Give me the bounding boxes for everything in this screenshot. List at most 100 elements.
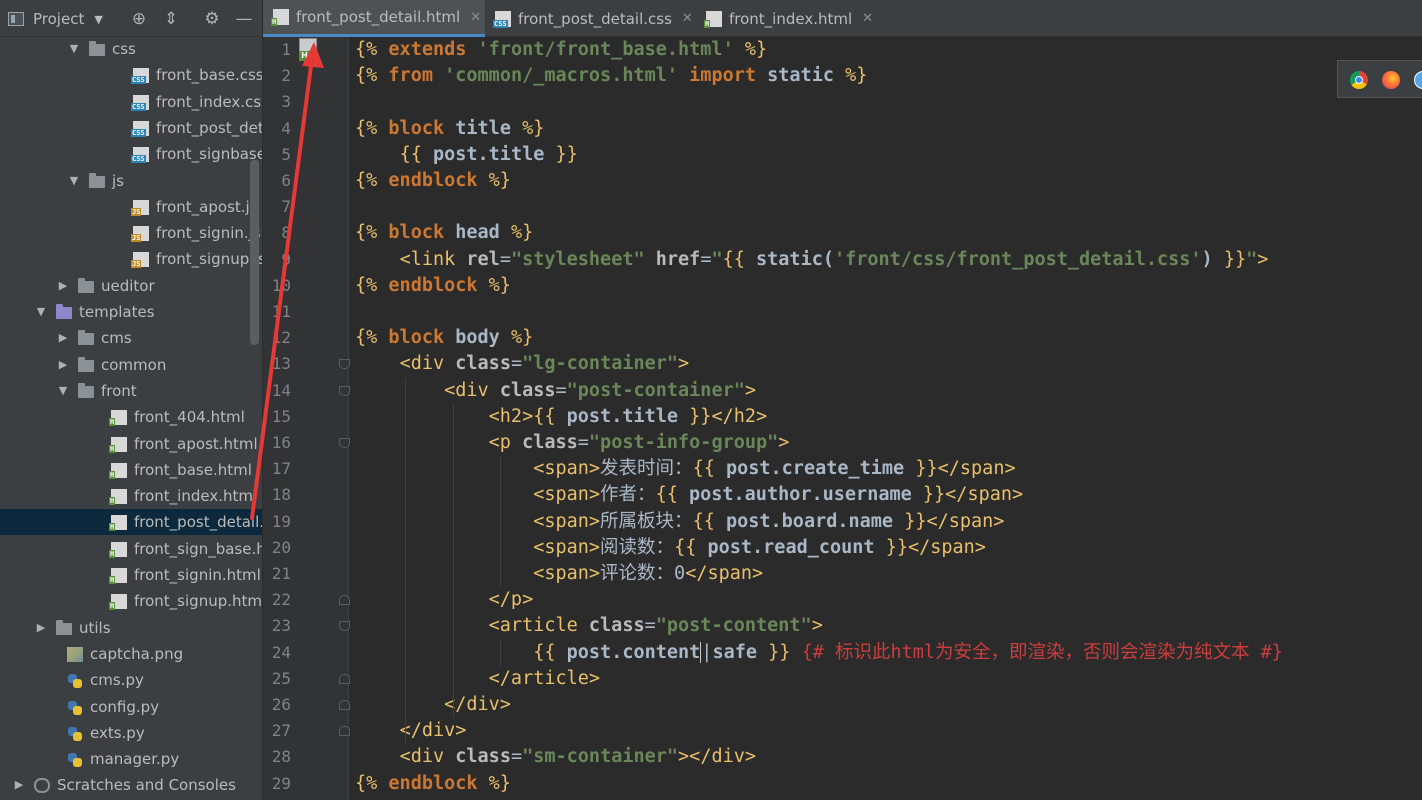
code-line: {{ post.content|safe }} {# 标识此html为安全，即渲… [355, 640, 1283, 666]
editor-tab[interactable]: CSS front_post_detail.css ✕ [485, 0, 696, 37]
tree-scrollbar[interactable] [250, 160, 259, 345]
close-icon[interactable]: ✕ [862, 11, 873, 26]
tree-item[interactable]: CSS front_post_detail [0, 115, 262, 141]
line-number: 17 [271, 459, 291, 479]
fold-marker-icon[interactable] [339, 726, 350, 737]
tree-item[interactable]: ▶ utils [0, 615, 262, 641]
code-token: > [678, 353, 690, 375]
fold-marker-icon[interactable] [339, 385, 350, 396]
line-number: 16 [271, 433, 291, 452]
collapsed-arrow-icon[interactable]: ▶ [56, 325, 70, 351]
code-editor[interactable]: {% extends 'front/front_base.html' %} {% … [350, 37, 1422, 800]
line-number: 10 [271, 275, 291, 295]
html-file-icon: H [109, 594, 127, 611]
code-token: = [577, 432, 589, 453]
tree-item[interactable]: ▼ front [0, 378, 262, 404]
line-number: 8 [281, 223, 291, 243]
tree-item[interactable]: JS front_signup.js [0, 246, 262, 272]
fold-marker-icon[interactable] [339, 359, 350, 370]
collapsed-arrow-icon[interactable]: ▶ [12, 772, 26, 798]
fold-marker-icon[interactable] [339, 673, 350, 684]
tree-item[interactable]: ▶ common [0, 352, 262, 378]
code-token: 'common/_macros.html' [444, 65, 679, 87]
tree-item-label: front_signin.html [134, 566, 261, 584]
tree-item[interactable]: Hfront_apost.html [0, 431, 262, 457]
fold-marker-icon[interactable] [339, 700, 350, 710]
tree-item[interactable]: Hfront_base.html [0, 457, 262, 483]
tree-item[interactable]: config.py [0, 694, 262, 720]
gear-icon[interactable]: ⚙ [201, 8, 223, 30]
close-icon[interactable]: ✕ [682, 11, 693, 26]
code-token: %} [477, 274, 511, 296]
close-icon[interactable]: ✕ [470, 10, 481, 25]
code-token: {{ [692, 510, 726, 532]
tree-item[interactable]: exts.py [0, 720, 262, 746]
tree-item[interactable]: Hfront_index.html [0, 483, 262, 509]
tree-item[interactable]: Hfront_signin.html [0, 562, 262, 588]
indent-guide [405, 377, 406, 745]
code-token: {% [355, 327, 389, 349]
tree-item[interactable]: manager.py [0, 746, 262, 772]
code-token: <link [399, 248, 467, 270]
tree-item[interactable]: CSS front_signbase.cs [0, 141, 262, 167]
fold-marker-icon[interactable] [339, 438, 350, 448]
line-number: 1 [281, 40, 291, 59]
tree-item[interactable]: ▶ Scratches and Consoles [0, 772, 262, 798]
expanded-arrow-icon[interactable]: ▼ [34, 299, 48, 325]
tree-item[interactable]: JS front_apost.js [0, 194, 262, 220]
code-token: "post-info-group" [588, 432, 779, 453]
code-token: post.board.name [725, 510, 894, 532]
expanded-arrow-icon[interactable]: ▼ [67, 168, 81, 194]
html-file-icon[interactable] [299, 38, 317, 61]
code-token: ) [1201, 248, 1213, 270]
line-number: 28 [271, 747, 291, 767]
tree-item-label: ueditor [101, 276, 155, 295]
tree-item[interactable]: JS front_signin.js [0, 220, 262, 246]
collapse-all-icon[interactable]: ⇕ [160, 8, 182, 30]
fold-marker-icon[interactable] [339, 595, 350, 606]
code-token: </span> [945, 484, 1024, 506]
tree-item[interactable]: ▶ ueditor [0, 273, 262, 299]
editor-tab-label: front_post_detail.html [296, 8, 461, 26]
project-view-selector[interactable]: Project ▼ [8, 9, 103, 29]
code-token: </article> [488, 667, 601, 689]
tree-item[interactable]: Hfront_post_detail.htm [0, 509, 262, 536]
code-token: }} [1212, 248, 1247, 270]
tree-item[interactable]: ▼ css [0, 36, 262, 62]
css-file-icon: CSS [131, 120, 149, 137]
expanded-arrow-icon[interactable]: ▼ [67, 36, 81, 62]
editor-tab[interactable]: Hfront_post_detail.html ✕ [263, 0, 485, 37]
expanded-arrow-icon[interactable]: ▼ [56, 378, 70, 404]
firefox-icon[interactable] [1382, 71, 1400, 89]
code-token: </span> [937, 458, 1016, 480]
code-token: block [388, 117, 445, 139]
python-file-icon [67, 752, 83, 768]
safari-icon[interactable] [1414, 71, 1422, 89]
fold-marker-icon[interactable] [339, 621, 350, 632]
tree-item[interactable]: Hfront_sign_base.html [0, 536, 262, 562]
tree-item[interactable]: captcha.png [0, 641, 262, 667]
collapsed-arrow-icon[interactable]: ▶ [56, 273, 70, 299]
code-line: {% extends 'front/front_base.html' %} [355, 37, 767, 63]
tree-item[interactable]: CSS front_index.css [0, 89, 262, 115]
chrome-icon[interactable] [1350, 71, 1368, 89]
tree-item[interactable]: cms.py [0, 667, 262, 693]
hide-panel-icon[interactable]: — [233, 8, 255, 30]
code-token: <div [399, 353, 456, 375]
line-number: 23 [271, 616, 291, 636]
tree-item[interactable]: CSS front_base.css [0, 62, 262, 88]
tree-item[interactable]: ▼ templates [0, 299, 262, 325]
code-token: "post-content" [655, 615, 812, 637]
tree-item[interactable]: Hfront_signup.html [0, 588, 262, 614]
collapsed-arrow-icon[interactable]: ▶ [56, 352, 70, 378]
line-number: 26 [271, 695, 291, 714]
tree-item[interactable]: ▼ js [0, 168, 262, 194]
locate-file-icon[interactable]: ⊕ [128, 8, 150, 30]
code-line: <article class="post-content"> [355, 613, 823, 639]
editor-tab[interactable]: Hfront_index.html ✕ [696, 0, 874, 37]
tree-item[interactable]: ▶ cms [0, 325, 262, 351]
tree-item[interactable]: Hfront_404.html [0, 404, 262, 430]
collapsed-arrow-icon[interactable]: ▶ [34, 615, 48, 641]
